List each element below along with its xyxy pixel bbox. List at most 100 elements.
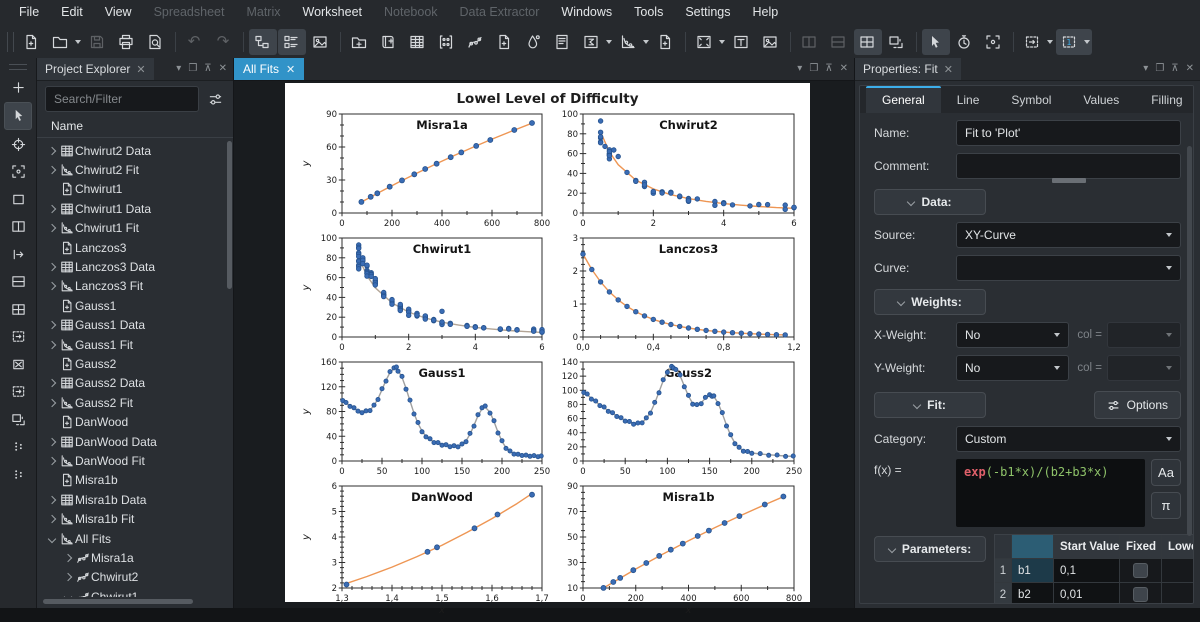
tab-line[interactable]: Line	[941, 86, 996, 113]
tree-item-danwood[interactable]: DanWood	[37, 412, 227, 431]
dock-pin-icon[interactable]: ⊼	[825, 64, 832, 74]
properties-tab[interactable]: Properties: Fit ✕	[855, 58, 961, 80]
tool-grid-layout-button[interactable]	[5, 296, 31, 322]
tree-item-gauss1-fit[interactable]: Gauss1 Fit	[37, 335, 227, 354]
tool-extra-tools-button[interactable]	[5, 461, 31, 487]
column-header-fixed[interactable]: Fixed	[1120, 535, 1162, 559]
worksheet-page[interactable]: Lowel Level of Difficulty 02004006008000…	[285, 83, 810, 602]
tree-item-gauss2[interactable]: Gauss2	[37, 354, 227, 373]
expander-icon[interactable]	[61, 594, 74, 597]
filter-options-icon[interactable]	[203, 87, 227, 111]
formula-editor[interactable]: exp(-b1*x)/(b2+b3*x)	[956, 459, 1145, 527]
dock-menu-icon[interactable]: ▾	[1143, 64, 1148, 74]
new-project-button[interactable]	[18, 29, 46, 55]
tree-item-chwirut1-fit[interactable]: Chwirut1 Fit	[37, 219, 227, 238]
fit-options-button[interactable]: Options	[1094, 391, 1181, 419]
menu-tools[interactable]: Tools	[623, 0, 674, 25]
tree-column-header[interactable]: Name	[37, 116, 233, 138]
tool-more-tools-button[interactable]	[5, 434, 31, 460]
dock-pin-icon[interactable]: ⊼	[1171, 64, 1178, 74]
menu-worksheet[interactable]: Worksheet	[292, 0, 374, 25]
presenter-mode-button[interactable]: 1	[1056, 29, 1092, 55]
toggle-properties-explorer-button[interactable]	[278, 29, 306, 55]
tree-item-misra1b-fit[interactable]: Misra1b Fit	[37, 509, 227, 528]
menu-view[interactable]: View	[94, 0, 143, 25]
tree-item-gauss1[interactable]: Gauss1	[37, 296, 227, 315]
close-icon[interactable]: ✕	[286, 63, 295, 76]
comment-field[interactable]	[956, 153, 1181, 179]
add-image-button[interactable]	[757, 29, 785, 55]
param-name-b1[interactable]: b1	[1012, 559, 1054, 583]
print-preview-button[interactable]	[142, 29, 170, 55]
tab-symbol[interactable]: Symbol	[995, 86, 1067, 113]
tool-magnify-button[interactable]	[5, 379, 31, 405]
new-workbook-button[interactable]	[375, 29, 403, 55]
param-start-b1[interactable]: 0,1	[1054, 559, 1120, 583]
tool-select-region-button[interactable]	[5, 186, 31, 212]
new-note-button[interactable]	[491, 29, 519, 55]
tree-item-misra1b-data[interactable]: Misra1b Data	[37, 490, 227, 509]
close-icon[interactable]: ✕	[136, 63, 145, 76]
zoom-select-mode-button[interactable]	[980, 29, 1008, 55]
close-icon[interactable]: ✕	[944, 63, 953, 76]
column-header-start-value[interactable]: Start Value	[1054, 535, 1120, 559]
new-folder-button[interactable]	[346, 29, 374, 55]
expander-icon[interactable]	[45, 497, 58, 503]
tree-item-lanczos3[interactable]: Lanczos3	[37, 238, 227, 257]
plot-lanczos3[interactable]: 0,00,40,81,20123Lanczos3	[550, 233, 802, 357]
tree-item-chwirut1[interactable]: Chwirut1	[37, 587, 227, 597]
chevron-down-icon[interactable]	[1047, 40, 1053, 44]
worksheet-view[interactable]: Lowel Level of Difficulty 02004006008000…	[234, 81, 854, 608]
tab-general[interactable]: General	[866, 86, 941, 113]
font-button[interactable]: Aa	[1151, 459, 1181, 486]
tool-remove-layout-button[interactable]	[5, 351, 31, 377]
menu-help[interactable]: Help	[742, 0, 790, 25]
tree-item-chwirut2[interactable]: Chwirut2	[37, 568, 227, 587]
fit-section-toggle[interactable]: Fit:	[874, 392, 986, 418]
dock-close-icon[interactable]: ✕	[840, 64, 848, 74]
layout-grid-button[interactable]	[854, 29, 882, 55]
dock-pin-icon[interactable]: ⊼	[204, 64, 211, 74]
expander-icon[interactable]	[45, 536, 58, 542]
search-input[interactable]	[45, 86, 199, 112]
tree-item-misra1a[interactable]: Misra1a	[37, 548, 227, 567]
tree-item-chwirut2-fit[interactable]: Chwirut2 Fit	[37, 160, 227, 179]
tab-filling[interactable]: Filling	[1135, 86, 1194, 113]
tree-item-chwirut2-data[interactable]: Chwirut2 Data	[37, 141, 227, 160]
new-worksheet-button[interactable]	[462, 29, 490, 55]
param-lower-b2[interactable]	[1162, 583, 1194, 604]
curve-combobox[interactable]	[956, 255, 1181, 281]
magnification-button[interactable]	[1019, 29, 1055, 55]
expander-icon[interactable]	[45, 148, 58, 154]
tree-item-danwood-fit[interactable]: DanWood Fit	[37, 451, 227, 470]
column-header-name[interactable]	[1012, 535, 1054, 559]
worksheet-title[interactable]: Lowel Level of Difficulty	[285, 83, 810, 107]
plot-misra1b[interactable]: 02004006008001030507090xMisra1b	[550, 481, 802, 619]
expander-icon[interactable]	[45, 225, 58, 231]
tree-item-danwood-data[interactable]: DanWood Data	[37, 432, 227, 451]
add-plot-area-button[interactable]	[691, 29, 727, 55]
tree-item-lanczos3-fit[interactable]: Lanczos3 Fit	[37, 277, 227, 296]
param-fixed-b2[interactable]	[1120, 583, 1162, 604]
menu-file[interactable]: File	[8, 0, 50, 25]
new-datapicker-button[interactable]	[520, 29, 548, 55]
tree-item-chwirut1[interactable]: Chwirut1	[37, 180, 227, 199]
toolbar-handle[interactable]	[7, 32, 14, 52]
row-header-2[interactable]: 2	[995, 583, 1012, 604]
tool-select-button[interactable]	[4, 102, 32, 130]
tree-item-gauss2-data[interactable]: Gauss2 Data	[37, 374, 227, 393]
tool-break-layout-button[interactable]	[5, 406, 31, 432]
select-mode-button[interactable]	[922, 29, 950, 55]
chevron-down-icon[interactable]	[606, 40, 612, 44]
expander-icon[interactable]	[45, 167, 58, 173]
tool-split-vertical-button[interactable]	[5, 214, 31, 240]
expander-icon[interactable]	[61, 574, 74, 580]
category-combobox[interactable]: Custom	[956, 426, 1181, 452]
dock-menu-icon[interactable]: ▾	[797, 64, 802, 74]
tool-navigate-button[interactable]	[5, 131, 31, 157]
row-header-1[interactable]: 1	[995, 559, 1012, 583]
checkbox-icon[interactable]	[1133, 563, 1148, 578]
add-text-label-button[interactable]	[728, 29, 756, 55]
expander-icon[interactable]	[61, 555, 74, 561]
dock-float-icon[interactable]: ❐	[809, 64, 818, 74]
